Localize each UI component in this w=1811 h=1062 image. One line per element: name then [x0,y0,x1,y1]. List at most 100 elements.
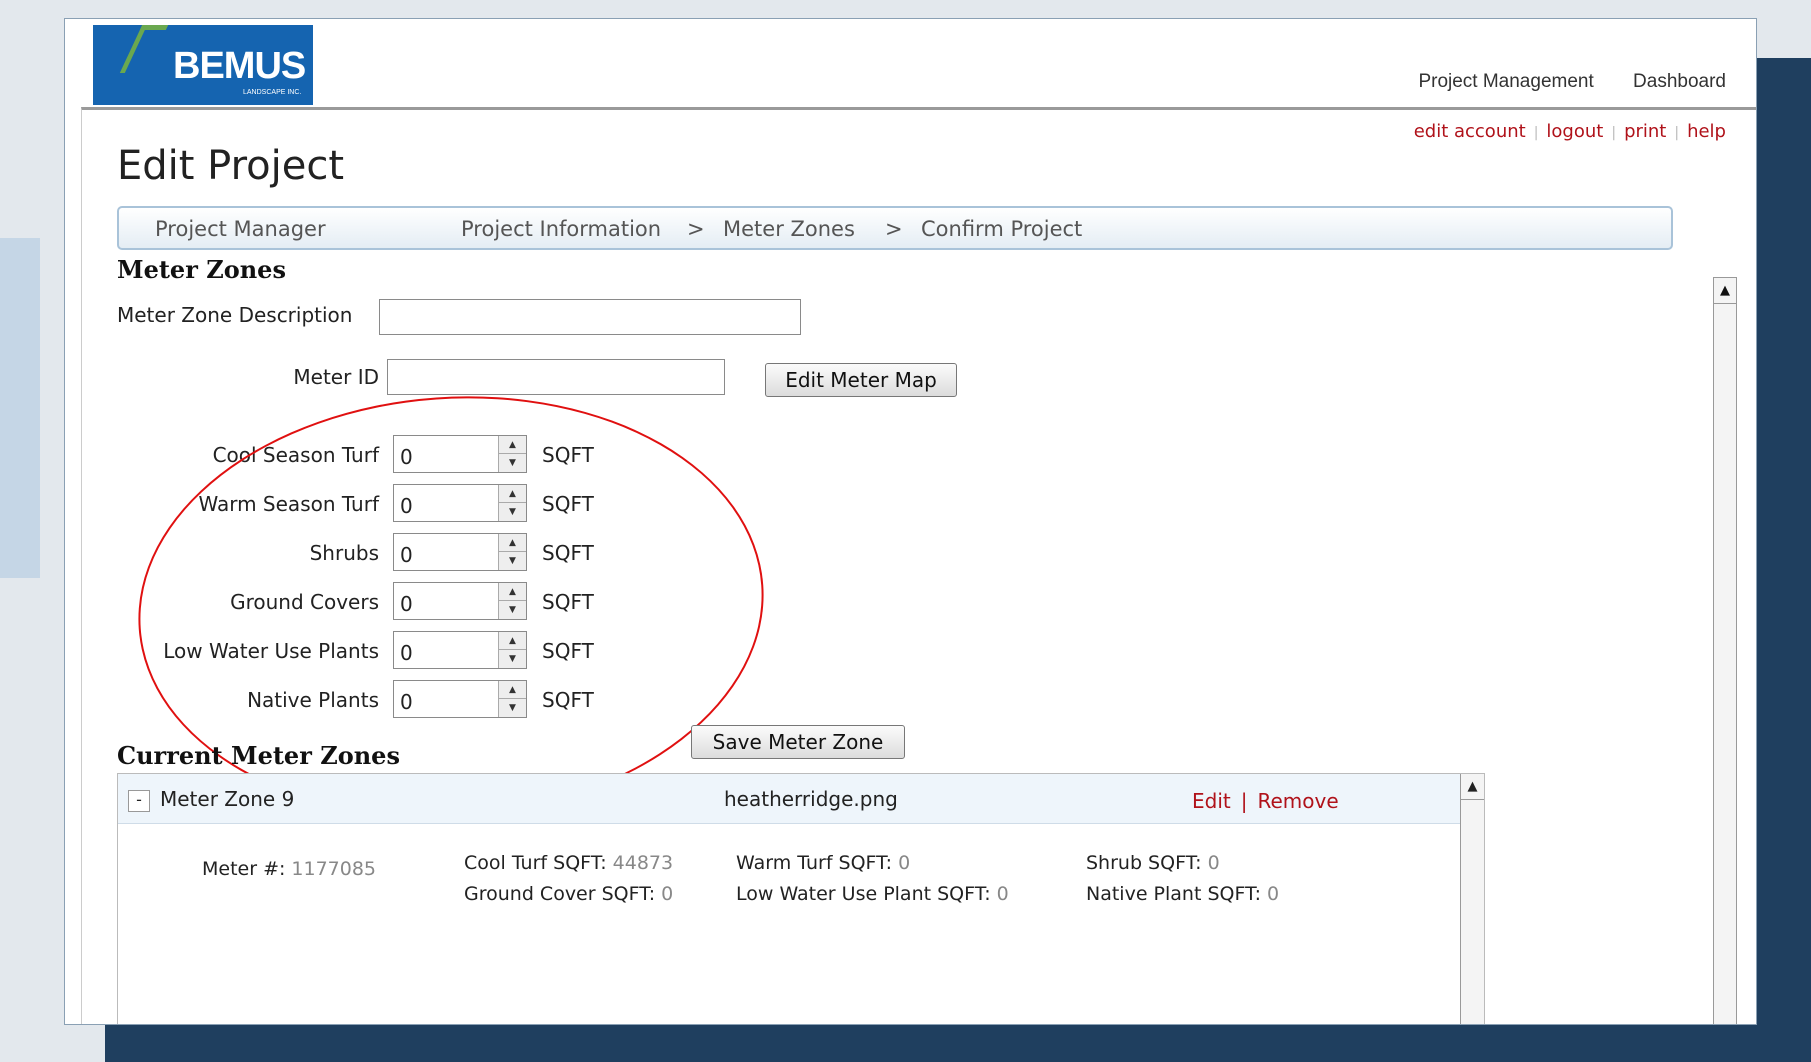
edit-meter-map-button[interactable]: Edit Meter Map [765,363,957,397]
decrement-icon[interactable]: ▼ [499,650,526,668]
background-band [0,238,40,578]
meter-zone-file[interactable]: heatherridge.png [724,787,898,811]
warm-season-turf-stepper[interactable]: 0 ▲ ▼ [393,484,527,522]
cool-season-turf-label: Cool Season Turf [212,443,379,467]
current-meter-zones-heading: Current Meter Zones [117,741,400,770]
stepper-value: 0 [400,690,413,714]
stepper-value: 0 [400,641,413,665]
detail-value: 0 [996,883,1009,905]
account-links: edit account | logout | print | help [1414,121,1726,142]
native-plants-stepper[interactable]: 0 ▲ ▼ [393,680,527,718]
detail-label: Low Water Use Plant SQFT: [736,883,991,905]
meter-zone-description-input[interactable] [379,299,801,335]
unit-label: SQFT [542,443,594,467]
action-separator: | [1240,789,1248,813]
stepper-value: 0 [400,494,413,518]
print-link[interactable]: print [1624,121,1666,142]
page-title: Edit Project [117,143,345,189]
decrement-icon[interactable]: ▼ [499,503,526,521]
detail-value: 0 [661,883,674,905]
breadcrumb: Project Manager Project Information > Me… [117,206,1673,250]
breadcrumb-meter-zones[interactable]: Meter Zones [723,217,855,241]
detail-cool-turf: Cool Turf SQFT: 44873 [464,852,673,874]
breadcrumb-confirm-project[interactable]: Confirm Project [921,217,1082,241]
detail-label: Native Plant SQFT: [1086,883,1261,905]
low-water-use-plants-label: Low Water Use Plants [163,639,379,663]
decrement-icon[interactable]: ▼ [499,699,526,717]
detail-label: Warm Turf SQFT: [736,852,893,874]
detail-value: 0 [1207,852,1220,874]
nav-project-management[interactable]: Project Management [1418,71,1593,92]
top-navigation: Project Management Dashboard [1384,71,1726,93]
native-plants-label: Native Plants [247,688,379,712]
decrement-icon[interactable]: ▼ [499,601,526,619]
meter-zone-list: - Meter Zone 9 heatherridge.png Edit | Rem… [117,773,1485,1024]
ground-covers-stepper[interactable]: 0 ▲ ▼ [393,582,527,620]
detail-warm-turf: Warm Turf SQFT: 0 [736,852,910,874]
meter-zone-header: - Meter Zone 9 heatherridge.png Edit | Rem… [118,774,1460,824]
increment-icon[interactable]: ▲ [499,632,526,650]
remove-zone-link[interactable]: Remove [1257,789,1338,813]
increment-icon[interactable]: ▲ [499,485,526,503]
zone-scrollbar[interactable]: ▲ [1460,774,1484,1024]
low-water-use-plants-stepper[interactable]: 0 ▲ ▼ [393,631,527,669]
detail-value: 0 [898,852,911,874]
detail-value: 44873 [612,852,674,874]
increment-icon[interactable]: ▲ [499,583,526,601]
detail-label: Cool Turf SQFT: [464,852,607,874]
shrubs-label: Shrubs [309,541,379,565]
detail-label: Shrub SQFT: [1086,852,1202,874]
breadcrumb-separator: > [687,217,705,241]
unit-label: SQFT [542,639,594,663]
logo-subtitle: LANDSCAPE INC. [243,89,302,96]
content-area: ▲ Meter Zones Meter Zone Description Met… [117,251,1737,1024]
decrement-icon[interactable]: ▼ [499,454,526,472]
detail-native-plant: Native Plant SQFT: 0 [1086,883,1279,905]
unit-label: SQFT [542,590,594,614]
account-separator: | [1674,125,1680,141]
help-link[interactable]: help [1687,121,1726,142]
warm-season-turf-label: Warm Season Turf [198,492,379,516]
detail-shrub: Shrub SQFT: 0 [1086,852,1220,874]
account-separator: | [1533,125,1539,141]
logout-link[interactable]: logout [1546,121,1603,142]
company-logo[interactable]: BEMUS LANDSCAPE INC. [93,25,313,105]
breadcrumb-project-manager[interactable]: Project Manager [155,217,326,241]
meter-zones-heading: Meter Zones [117,255,286,284]
breadcrumb-project-information[interactable]: Project Information [461,217,661,241]
breadcrumb-separator: > [885,217,903,241]
ground-covers-label: Ground Covers [230,590,379,614]
increment-icon[interactable]: ▲ [499,681,526,699]
page-scrollbar[interactable]: ▲ [1713,277,1737,1024]
unit-label: SQFT [542,541,594,565]
meter-id-input[interactable] [387,359,725,395]
stepper-value: 0 [400,592,413,616]
increment-icon[interactable]: ▲ [499,534,526,552]
collapse-toggle[interactable]: - [128,790,150,812]
meter-number-label: Meter #: [202,858,286,880]
logo-swoosh-icon [119,25,169,73]
detail-label: Ground Cover SQFT: [464,883,656,905]
app-window: BEMUS LANDSCAPE INC. Project Management … [64,18,1757,1025]
cool-season-turf-stepper[interactable]: 0 ▲ ▼ [393,435,527,473]
meter-zone-actions: Edit | Remove [1192,789,1339,813]
save-meter-zone-button[interactable]: Save Meter Zone [691,725,905,759]
edit-account-link[interactable]: edit account [1414,121,1526,142]
detail-value: 0 [1267,883,1280,905]
decrement-icon[interactable]: ▼ [499,552,526,570]
increment-icon[interactable]: ▲ [499,436,526,454]
stepper-value: 0 [400,543,413,567]
meter-zone-name: Meter Zone 9 [160,787,295,811]
scroll-up-icon[interactable]: ▲ [1461,774,1484,800]
logo-name: BEMUS [173,45,306,87]
unit-label: SQFT [542,492,594,516]
detail-ground-cover: Ground Cover SQFT: 0 [464,883,673,905]
shrubs-stepper[interactable]: 0 ▲ ▼ [393,533,527,571]
edit-zone-link[interactable]: Edit [1192,789,1231,813]
meter-number: Meter #: 1177085 [202,858,376,880]
stepper-value: 0 [400,445,413,469]
nav-dashboard[interactable]: Dashboard [1633,71,1726,92]
meter-number-value: 1177085 [291,858,377,880]
detail-low-water-use-plant: Low Water Use Plant SQFT: 0 [736,883,1009,905]
scroll-up-icon[interactable]: ▲ [1714,278,1736,304]
